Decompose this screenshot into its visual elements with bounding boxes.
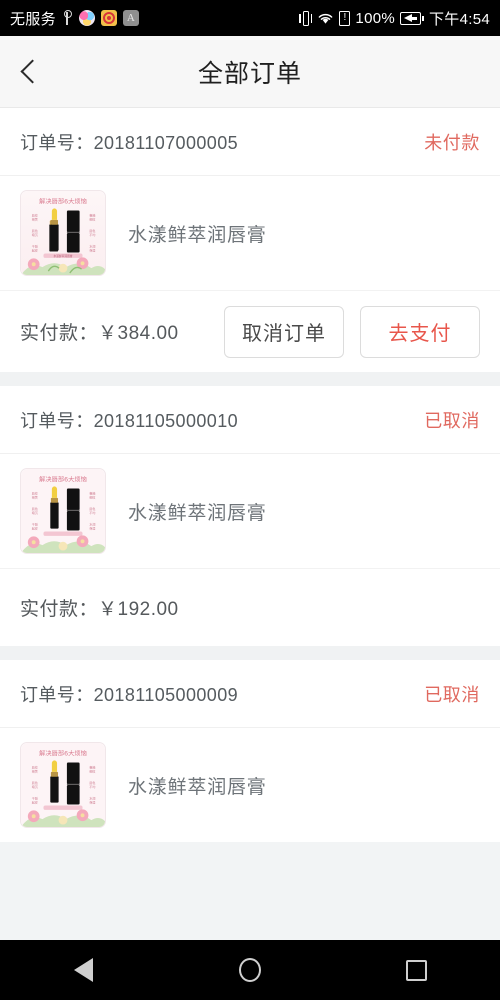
battery-icon	[400, 11, 424, 25]
sim-alert-icon	[339, 10, 351, 26]
nav-recents-icon	[406, 959, 428, 981]
product-thumbnail[interactable]: 解决唇部6大烦恼 唇纹 暗黄 唇色 暗沉 干裂 起皮 粗糙 细纹 唇色 不均 水…	[20, 468, 106, 554]
order-header[interactable]: 订单号：20181107000005 未付款	[0, 108, 500, 176]
svg-text:起皮: 起皮	[32, 800, 38, 805]
vibrate-icon	[299, 10, 313, 27]
order-list[interactable]: 订单号：20181107000005 未付款 解决唇部6大烦恼 唇纹 暗黄 唇色…	[0, 108, 500, 940]
product-row[interactable]: 解决唇部6大烦恼 唇纹 暗黄 唇色 暗沉 干裂 起皮 粗糙 细纹 唇色 不均 水…	[0, 454, 500, 568]
order-card[interactable]: 订单号：20181105000010 已取消 解决唇部6大烦恼 唇纹 暗黄 唇色…	[0, 386, 500, 646]
svg-text:细纹: 细纹	[89, 768, 95, 773]
svg-text:暗黄: 暗黄	[32, 216, 38, 221]
svg-text:细纹: 细纹	[89, 494, 95, 499]
order-number: 订单号：20181105000010	[20, 410, 239, 431]
svg-text:保湿: 保湿	[89, 800, 95, 805]
pay-amount: 实付款：￥384.00	[20, 323, 179, 344]
nav-back-button[interactable]	[48, 940, 118, 1000]
product-row[interactable]: 解决唇部6大烦恼 唇纹 暗黄 唇色 暗沉 干裂 起皮 粗糙 细纹 唇色 不均 水…	[0, 728, 500, 842]
svg-text:保湿: 保湿	[89, 248, 95, 253]
app-icon-letter-a: A	[122, 10, 139, 26]
page-header: 全部订单	[0, 36, 500, 108]
order-header[interactable]: 订单号：20181105000009 已取消	[0, 660, 500, 728]
action-buttons: 取消订单 去支付	[224, 305, 480, 358]
product-name: 水漾鲜萃润唇膏	[128, 502, 267, 524]
svg-text:解决唇部6大烦恼: 解决唇部6大烦恼	[39, 749, 87, 758]
battery-percent-label: 100%	[355, 9, 395, 27]
go-pay-button[interactable]: 去支付	[360, 305, 480, 358]
list-separator	[0, 372, 500, 386]
svg-text:暗黄: 暗黄	[32, 768, 38, 773]
order-card[interactable]: 订单号：20181107000005 未付款 解决唇部6大烦恼 唇纹 暗黄 唇色…	[0, 108, 500, 372]
nav-recents-button[interactable]	[382, 940, 452, 1000]
svg-text:暗沉: 暗沉	[32, 232, 38, 237]
status-badge: 未付款	[424, 132, 480, 153]
status-bar-left: 无服务 A	[10, 8, 139, 29]
page-title: 全部订单	[197, 59, 302, 88]
pay-amount: 实付款：￥192.00	[20, 599, 179, 620]
usb-icon	[62, 10, 73, 26]
app-icon-multicolor	[78, 10, 95, 26]
wifi-icon	[317, 11, 334, 25]
svg-text:暗沉: 暗沉	[32, 784, 38, 789]
svg-text:保湿: 保湿	[89, 526, 95, 531]
order-actions-row: 实付款：￥384.00 取消订单 去支付	[0, 290, 500, 372]
order-card[interactable]: 订单号：20181105000009 已取消 解决唇部6大烦恼 唇纹 暗黄 唇色…	[0, 660, 500, 842]
svg-text:起皮: 起皮	[32, 526, 38, 531]
back-button[interactable]	[0, 36, 64, 108]
status-bar-right: 100% 下午4:54	[299, 8, 490, 29]
svg-text:暗沉: 暗沉	[32, 510, 38, 515]
status-badge: 已取消	[424, 684, 480, 705]
svg-text:水漾鲜萃润唇膏: 水漾鲜萃润唇膏	[53, 254, 72, 258]
order-number: 订单号：20181105000009	[20, 684, 239, 705]
svg-text:暗黄: 暗黄	[32, 494, 38, 499]
order-actions-row: 实付款：￥192.00	[0, 568, 500, 646]
product-name: 水漾鲜萃润唇膏	[128, 224, 267, 246]
svg-text:解决唇部6大烦恼: 解决唇部6大烦恼	[39, 197, 87, 206]
android-nav-bar	[0, 940, 500, 1000]
cancel-order-button[interactable]: 取消订单	[224, 305, 344, 358]
clock-label: 下午4:54	[429, 10, 490, 28]
svg-text:解决唇部6大烦恼: 解决唇部6大烦恼	[39, 475, 87, 484]
order-number: 订单号：20181107000005	[20, 132, 239, 153]
list-separator	[0, 646, 500, 660]
svg-text:起皮: 起皮	[32, 248, 38, 253]
svg-text:细纹: 细纹	[89, 216, 95, 221]
nav-home-button[interactable]	[215, 940, 285, 1000]
svg-text:不均: 不均	[89, 784, 95, 789]
svg-text:不均: 不均	[89, 232, 95, 237]
product-thumbnail[interactable]: 解决唇部6大烦恼 唇纹 暗黄 唇色 暗沉 干裂 起皮 粗糙 细纹 唇色 不均 水…	[20, 742, 106, 828]
order-header[interactable]: 订单号：20181105000010 已取消	[0, 386, 500, 454]
svg-text:不均: 不均	[89, 510, 95, 515]
app-icon-weibo	[100, 10, 117, 26]
nav-home-icon	[238, 958, 261, 982]
carrier-label: 无服务	[10, 10, 56, 28]
status-badge: 已取消	[424, 410, 480, 431]
chevron-left-icon	[19, 59, 45, 84]
product-thumbnail[interactable]: 解决唇部6大烦恼 唇纹 暗黄 唇色 暗沉 干裂 起皮 粗糙 细纹 唇色 不均 水…	[20, 190, 106, 276]
product-row[interactable]: 解决唇部6大烦恼 唇纹 暗黄 唇色 暗沉 干裂 起皮 粗糙 细纹 唇色 不均 水…	[0, 176, 500, 290]
product-name: 水漾鲜萃润唇膏	[128, 776, 267, 798]
nav-back-icon	[73, 958, 93, 982]
status-bar: 无服务 A 100% 下午4:54	[0, 0, 500, 36]
